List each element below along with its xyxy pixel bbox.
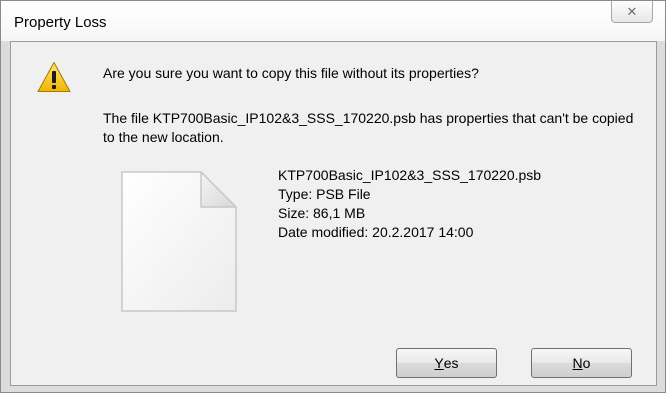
file-type: Type: PSB File (278, 186, 371, 202)
warning-icon (37, 62, 71, 92)
yes-accel: Y (434, 355, 444, 371)
file-icon (121, 171, 237, 312)
yes-label-rest: es (443, 355, 459, 371)
title-bar[interactable]: Property Loss ✕ (1, 1, 665, 41)
confirm-question: Are you sure you want to copy this file … (103, 65, 479, 81)
dialog-content: Are you sure you want to copy this file … (10, 41, 657, 386)
file-info: KTP700Basic_IP102&3_SSS_170220.psb Type:… (278, 166, 541, 242)
yes-button[interactable]: Yes (396, 348, 497, 378)
no-accel: N (572, 355, 583, 371)
file-date-modified: Date modified: 20.2.2017 14:00 (278, 224, 474, 240)
property-loss-dialog: Property Loss ✕ Are you sure you want to… (0, 0, 666, 393)
file-size: Size: 86,1 MB (278, 205, 366, 221)
file-name: KTP700Basic_IP102&3_SSS_170220.psb (278, 167, 542, 183)
window-title: Property Loss (14, 14, 107, 31)
close-icon: ✕ (626, 3, 638, 19)
close-button[interactable]: ✕ (611, 1, 653, 23)
detail-message: The file KTP700Basic_IP102&3_SSS_170220.… (103, 110, 634, 145)
no-button[interactable]: No (531, 348, 632, 378)
no-label-rest: o (582, 355, 591, 371)
